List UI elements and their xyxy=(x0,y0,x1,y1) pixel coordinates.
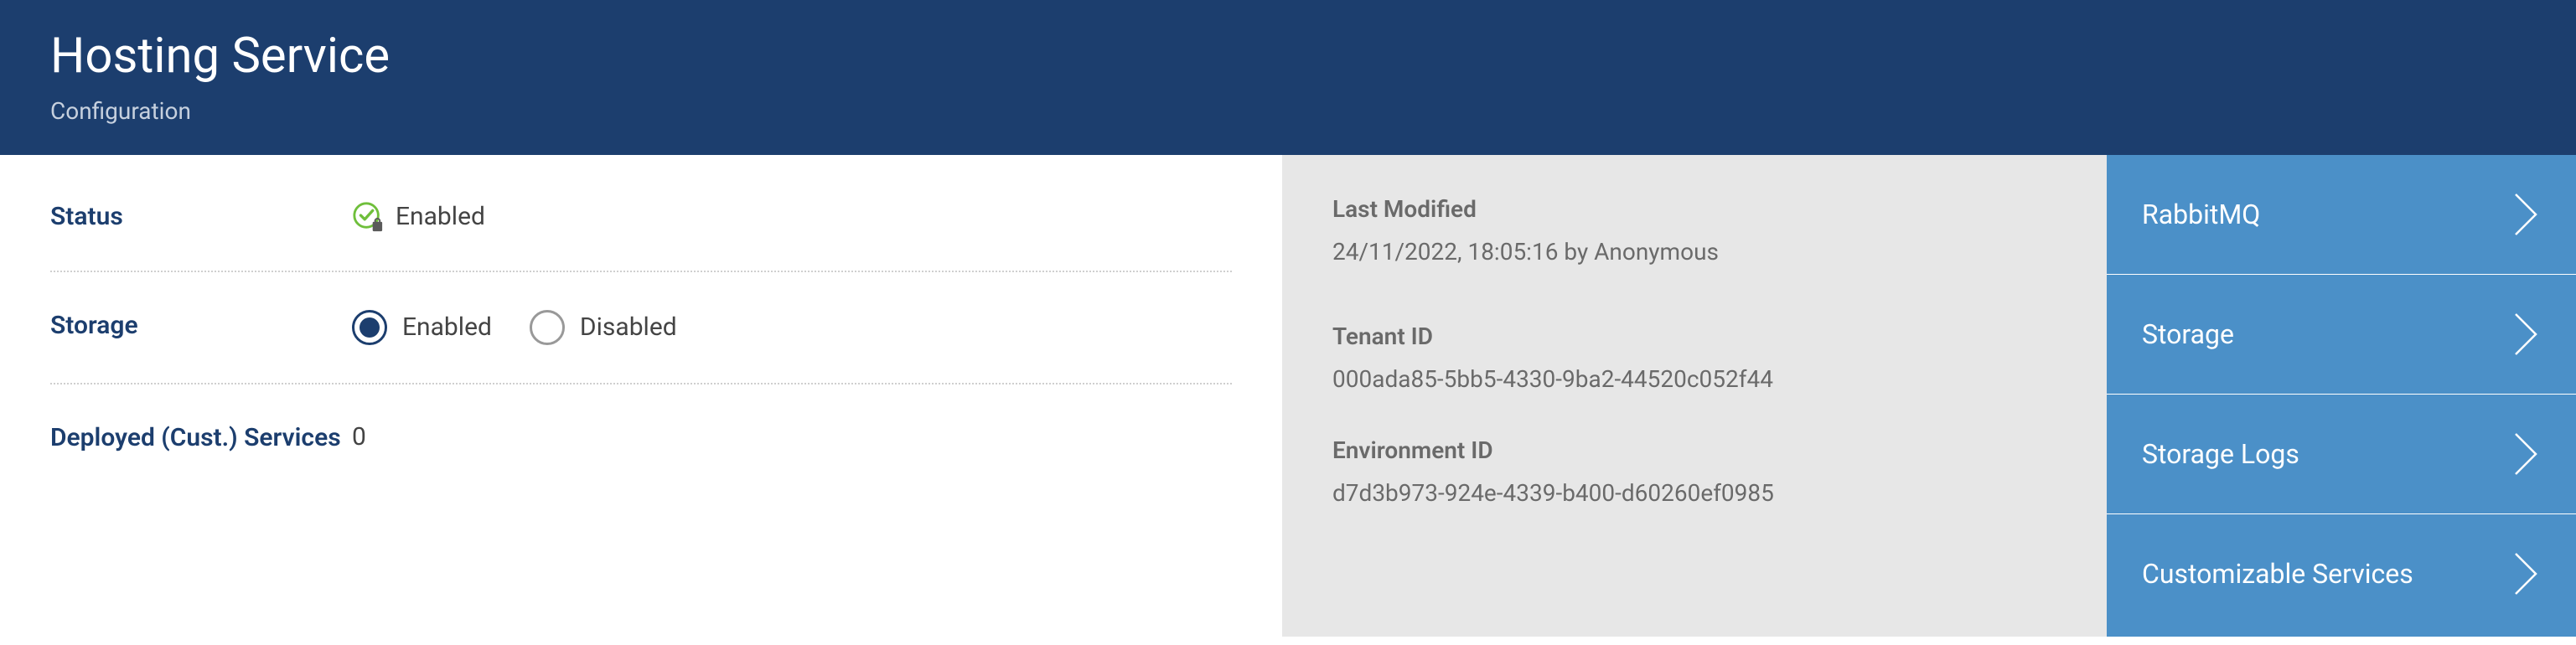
environment-id-value: d7d3b973-924e-4339-b400-d60260ef0985 xyxy=(1332,479,2056,507)
nav-item-storage-logs[interactable]: Storage Logs xyxy=(2107,395,2576,514)
storage-radio-enabled[interactable]: Enabled xyxy=(352,310,492,345)
storage-radio-disabled-label: Disabled xyxy=(580,312,677,342)
check-shield-icon xyxy=(352,201,384,233)
storage-radio-enabled-label: Enabled xyxy=(402,312,492,342)
nav-item-label: Storage xyxy=(2142,318,2234,350)
content-area: Status Enabled Storage xyxy=(0,155,2576,637)
deployed-label: Deployed (Cust.) Services xyxy=(50,422,352,454)
storage-row: Storage Enabled Disabled xyxy=(50,310,1232,384)
side-nav: RabbitMQ Storage Storage Logs Customizab… xyxy=(2107,155,2576,637)
status-value-wrap: Enabled xyxy=(352,201,485,233)
info-panel: Last Modified 24/11/2022, 18:05:16 by An… xyxy=(1282,155,2107,637)
nav-item-label: RabbitMQ xyxy=(2142,199,2260,230)
last-modified-value: 24/11/2022, 18:05:16 by Anonymous xyxy=(1332,238,2056,266)
nav-item-customizable-services[interactable]: Customizable Services xyxy=(2107,514,2576,634)
chevron-right-icon xyxy=(2511,311,2541,358)
radio-icon xyxy=(530,310,565,345)
status-label: Status xyxy=(50,201,352,233)
radio-icon xyxy=(352,310,387,345)
last-modified-label: Last Modified xyxy=(1332,195,2056,223)
storage-radio-group: Enabled Disabled xyxy=(352,310,677,345)
nav-item-label: Customizable Services xyxy=(2142,558,2413,590)
page-header: Hosting Service Configuration xyxy=(0,0,2576,155)
config-form: Status Enabled Storage xyxy=(0,155,1282,637)
chevron-right-icon xyxy=(2511,550,2541,597)
chevron-right-icon xyxy=(2511,191,2541,238)
page-title: Hosting Service xyxy=(50,30,2526,84)
tenant-id-value: 000ada85-5bb5-4330-9ba2-44520c052f44 xyxy=(1332,365,2056,393)
last-modified-block: Last Modified 24/11/2022, 18:05:16 by An… xyxy=(1332,195,2056,266)
page-subtitle: Configuration xyxy=(50,97,2526,125)
nav-item-rabbitmq[interactable]: RabbitMQ xyxy=(2107,155,2576,275)
nav-item-storage[interactable]: Storage xyxy=(2107,275,2576,395)
ids-block: Tenant ID 000ada85-5bb5-4330-9ba2-44520c… xyxy=(1332,322,2056,507)
tenant-id-label: Tenant ID xyxy=(1332,322,2056,350)
deployed-value: 0 xyxy=(352,422,366,452)
status-value: Enabled xyxy=(396,202,485,231)
storage-label: Storage xyxy=(50,310,352,342)
storage-radio-disabled[interactable]: Disabled xyxy=(530,310,677,345)
status-row: Status Enabled xyxy=(50,201,1232,272)
nav-item-label: Storage Logs xyxy=(2142,438,2299,470)
deployed-row: Deployed (Cust.) Services 0 xyxy=(50,422,1232,454)
chevron-right-icon xyxy=(2511,431,2541,477)
environment-id-label: Environment ID xyxy=(1332,436,2056,464)
